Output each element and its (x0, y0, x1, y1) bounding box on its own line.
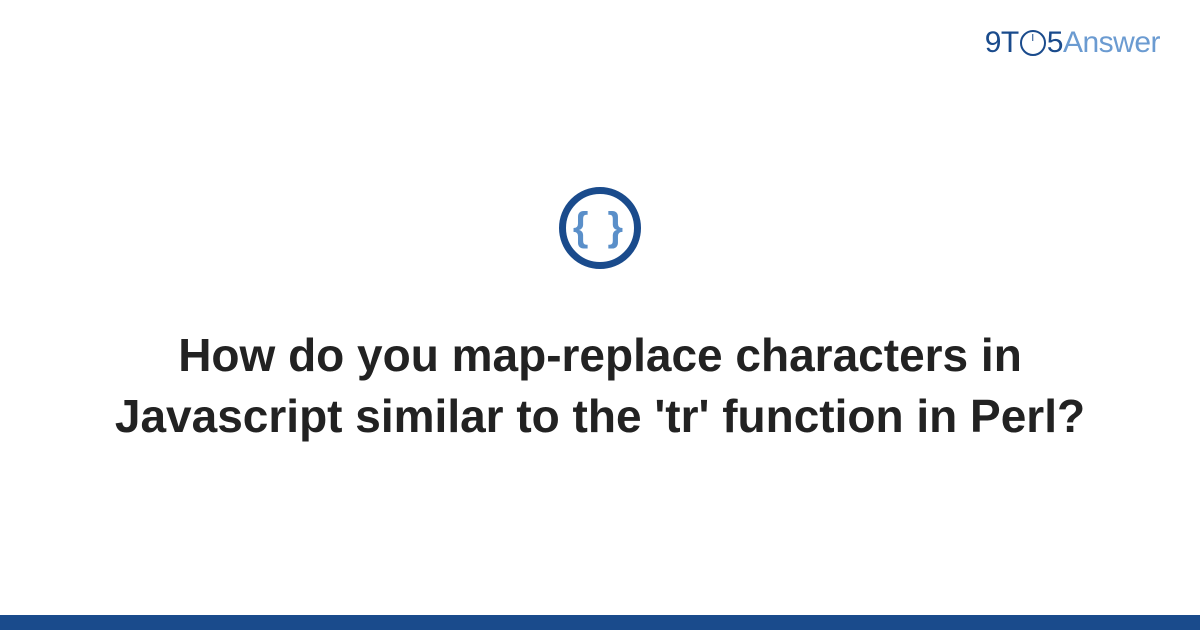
main-content: { } How do you map-replace characters in… (0, 0, 1200, 615)
question-title: How do you map-replace characters in Jav… (100, 325, 1100, 446)
code-braces-icon: { } (573, 205, 627, 250)
category-icon-circle: { } (559, 187, 641, 269)
footer-bar (0, 615, 1200, 630)
